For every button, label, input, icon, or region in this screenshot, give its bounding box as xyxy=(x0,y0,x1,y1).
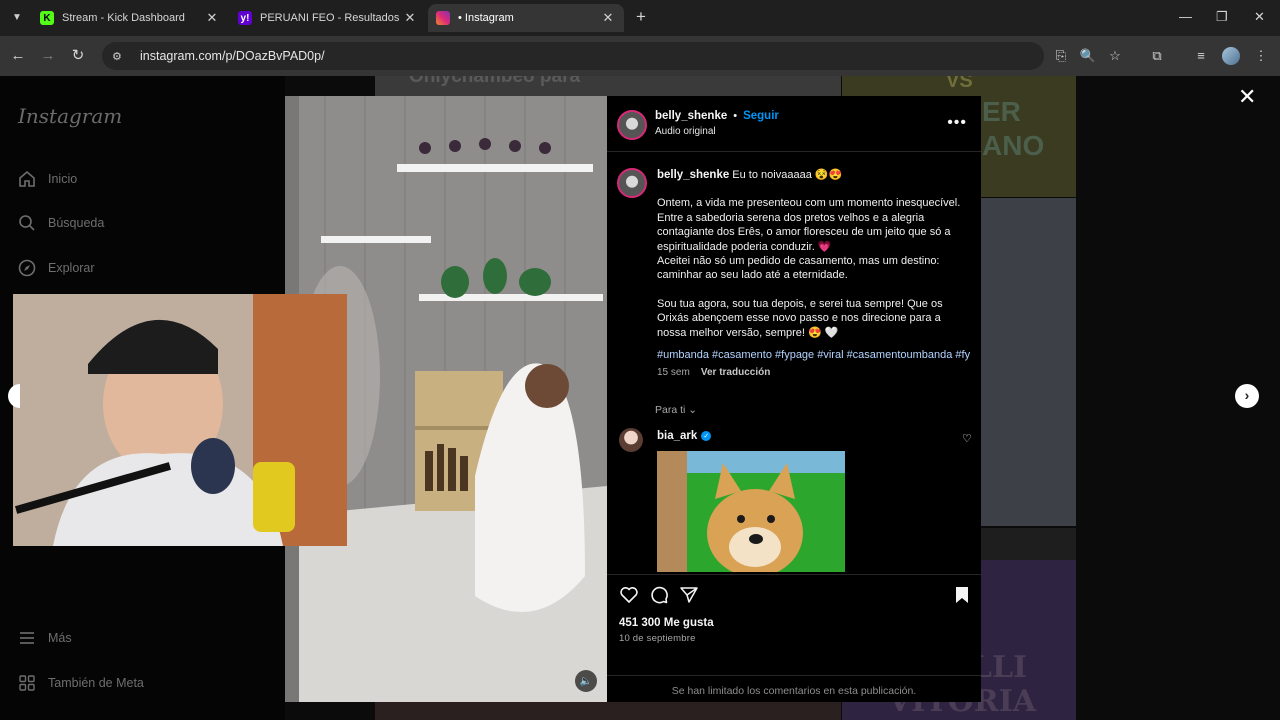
caption-username[interactable]: belly_shenke xyxy=(657,169,729,181)
tab-yahoo[interactable]: y! PERUANI FEO - Resultados de Y ✕ xyxy=(230,4,426,32)
header-separator: • xyxy=(733,110,738,122)
caption-paragraph: Ontem, a vida me presenteou com um momen… xyxy=(657,197,961,253)
caption-hashtags[interactable]: #umbanda #casamento #fypage #viral #casa… xyxy=(657,348,973,362)
comment-icon[interactable] xyxy=(649,585,669,605)
browser-toolbar: ← → ↻ ⚙ instagram.com/p/DOazBvPAD0p/ ⎘ 🔍… xyxy=(0,36,1280,76)
window-close-icon[interactable]: ✕ xyxy=(1254,9,1265,25)
site-info-icon[interactable]: ⚙ xyxy=(112,50,128,63)
close-tab-icon[interactable]: ✕ xyxy=(402,10,418,26)
verified-badge-icon: ✓ xyxy=(701,431,712,441)
sidebar-item-mas[interactable]: Más xyxy=(18,629,72,647)
restore-icon[interactable]: ❐ xyxy=(1216,9,1228,25)
post-details-panel: belly_shenke • Seguir Audio original •••… xyxy=(607,96,981,702)
back-icon[interactable]: ← xyxy=(8,46,28,66)
close-icon[interactable]: ✕ xyxy=(1238,86,1256,108)
media-controls-icon[interactable]: ≡ xyxy=(1192,47,1210,65)
zoom-icon[interactable]: 🔍 xyxy=(1079,47,1097,65)
tab-title: • Instagram xyxy=(458,12,514,24)
author-avatar[interactable] xyxy=(617,110,647,140)
sidebar-item-inicio[interactable]: Inicio xyxy=(18,170,77,188)
comment-gif-doge[interactable] xyxy=(657,451,845,572)
extensions-icon[interactable]: ⧉ xyxy=(1148,47,1166,65)
close-tab-icon[interactable]: ✕ xyxy=(204,10,220,26)
mute-icon[interactable]: 🔈 xyxy=(575,670,597,692)
audio-label[interactable]: Audio original xyxy=(655,126,716,137)
post-header: belly_shenke • Seguir Audio original ••• xyxy=(607,96,981,152)
sidebar-item-tambien-de-meta[interactable]: También de Meta xyxy=(18,674,144,692)
bg-thumb xyxy=(981,528,1076,560)
sidebar-item-label: Explorar xyxy=(48,261,95,275)
post-time-ago: 15 sem xyxy=(657,367,690,379)
instagram-page: Onlychambeo para VS ER ANO ELLI VITORIA … xyxy=(0,76,1280,720)
tab-search-button[interactable]: ▼ xyxy=(6,6,28,28)
for-you-label: Para ti xyxy=(655,404,686,416)
streamer-webcam-overlay xyxy=(13,294,347,546)
profile-avatar[interactable] xyxy=(1222,47,1240,65)
caption-author-avatar[interactable] xyxy=(617,168,647,198)
forward-icon[interactable]: → xyxy=(38,46,58,66)
bg-thumb-text: VS xyxy=(946,76,973,92)
caption-paragraph: Sou tua agora, sou tua depois, e serei t… xyxy=(657,297,943,339)
sidebar-item-label: Búsqueda xyxy=(48,216,105,230)
commenter-avatar[interactable] xyxy=(619,428,643,452)
compass-icon xyxy=(18,259,36,277)
share-icon[interactable] xyxy=(679,585,699,605)
chevron-down-icon: ⌄ xyxy=(688,404,698,416)
post-caption: belly_shenke Eu to noivaaaaa 😵😍 Ontem, a… xyxy=(657,168,973,381)
commenter-username[interactable]: bia_ark xyxy=(657,430,697,442)
bg-thumb xyxy=(981,198,1076,526)
menu-icon xyxy=(18,629,36,647)
save-bookmark-icon[interactable] xyxy=(952,585,972,605)
bg-thumb-text: Onlychambeo para xyxy=(409,76,581,87)
tab-instagram[interactable]: • Instagram ✕ xyxy=(428,4,624,32)
home-icon xyxy=(18,170,36,188)
sidebar-item-explorar[interactable]: Explorar xyxy=(18,259,95,277)
sidebar-item-label: Más xyxy=(48,631,72,645)
sidebar-item-label: Inicio xyxy=(48,172,78,186)
sidebar-item-label: También de Meta xyxy=(48,676,144,690)
author-username[interactable]: belly_shenke xyxy=(655,110,727,122)
more-menu-icon[interactable]: ⋮ xyxy=(1252,47,1270,65)
sidebar-item-busqueda[interactable]: Búsqueda xyxy=(18,214,104,232)
like-heart-icon[interactable] xyxy=(619,585,639,605)
bg-thumb xyxy=(375,702,841,720)
instagram-logo[interactable]: Instagram xyxy=(18,104,122,128)
bg-thumb-text: ER xyxy=(982,96,1021,127)
new-tab-icon[interactable]: + xyxy=(632,8,650,26)
install-app-icon[interactable]: ⎘ xyxy=(1052,47,1070,65)
likes-count[interactable]: 451 300 Me gusta xyxy=(619,617,714,629)
url-text: instagram.com/p/DOazBvPAD0p/ xyxy=(140,49,325,63)
comment-like-icon[interactable]: ♡ xyxy=(962,432,972,445)
for-you-filter[interactable]: Para ti ⌄ xyxy=(655,404,697,416)
caption-paragraph: Aceitei não só um pedido de casamento, m… xyxy=(657,255,940,282)
more-options-icon[interactable]: ••• xyxy=(947,114,967,132)
kick-favicon-icon: K xyxy=(40,11,54,25)
search-icon xyxy=(18,214,36,232)
translate-link[interactable]: Ver traducción xyxy=(701,367,770,378)
bookmark-star-icon[interactable]: ☆ xyxy=(1106,47,1124,65)
follow-button[interactable]: Seguir xyxy=(743,110,779,122)
post-actions: 451 300 Me gusta 10 de septiembre Se han… xyxy=(607,574,981,702)
minimize-icon[interactable]: — xyxy=(1179,9,1192,24)
instagram-favicon-icon xyxy=(436,11,450,25)
tab-title: PERUANI FEO - Resultados de Y xyxy=(260,12,402,24)
address-bar[interactable]: ⚙ instagram.com/p/DOazBvPAD0p/ xyxy=(102,42,1044,70)
meta-grid-icon xyxy=(18,674,36,692)
bg-thumb-text: ANO xyxy=(982,130,1045,161)
doge-gif-illustration xyxy=(657,451,845,572)
close-tab-icon[interactable]: ✕ xyxy=(600,10,616,26)
bg-thumb: Onlychambeo para xyxy=(375,76,841,96)
yahoo-favicon-icon: y! xyxy=(238,11,252,25)
webcam-feed-illustration xyxy=(13,294,347,546)
tab-kick[interactable]: K Stream - Kick Dashboard ✕ xyxy=(32,4,228,32)
comments-limited-notice: Se han limitado los comentarios en esta … xyxy=(607,675,981,697)
post-date: 10 de septiembre xyxy=(619,633,696,644)
browser-tabstrip: ▼ K Stream - Kick Dashboard ✕ y! PERUANI… xyxy=(0,0,1280,36)
tab-title: Stream - Kick Dashboard xyxy=(62,12,185,24)
next-post-icon[interactable]: › xyxy=(1235,384,1259,408)
caption-title: Eu to noivaaaaa 😵😍 xyxy=(732,169,843,181)
reload-icon[interactable]: ↻ xyxy=(68,46,88,66)
